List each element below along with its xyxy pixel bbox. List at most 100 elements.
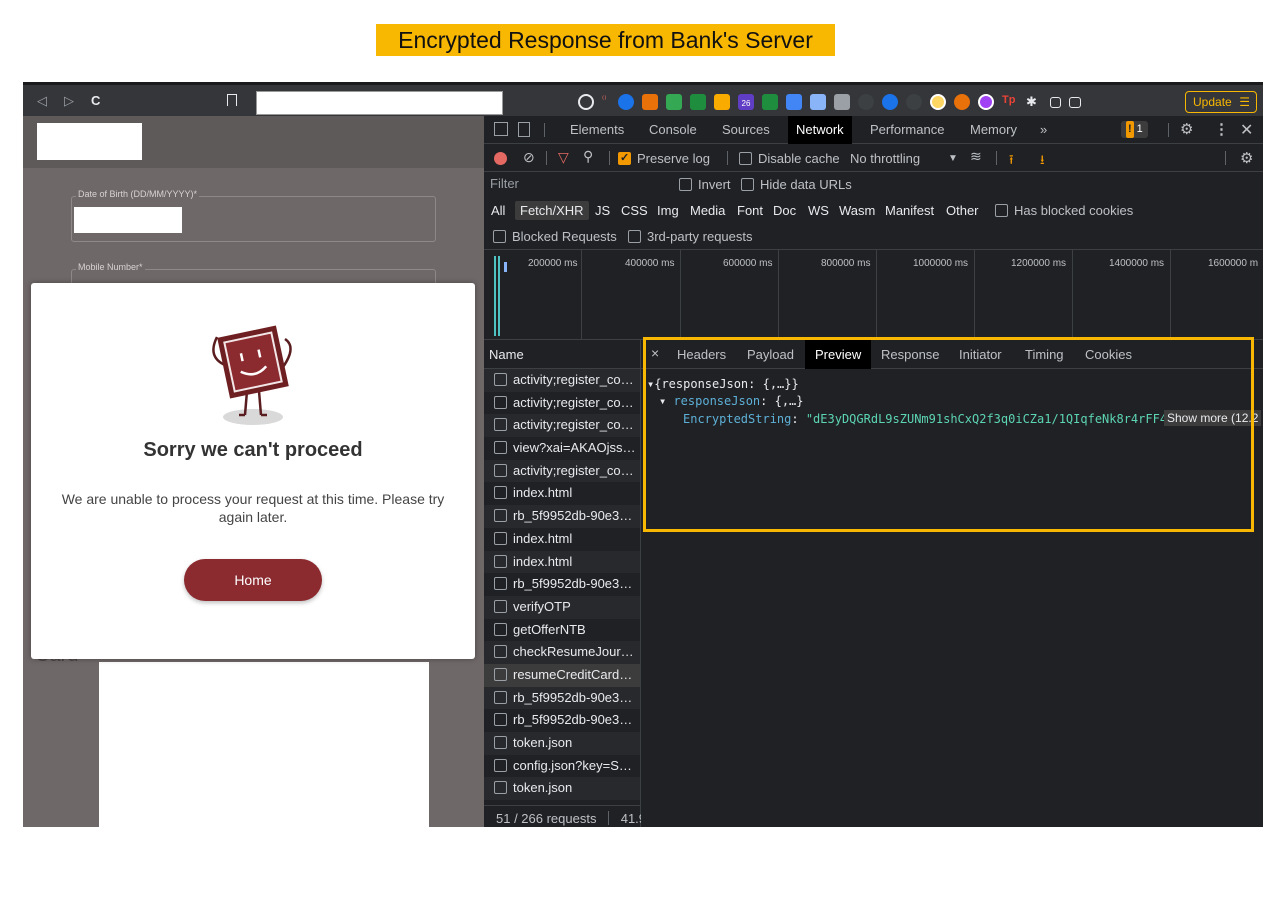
reload-icon[interactable]: C bbox=[91, 93, 100, 109]
tab-performance[interactable]: Performance bbox=[870, 122, 944, 137]
request-checkbox[interactable] bbox=[494, 599, 507, 613]
request-checkbox[interactable] bbox=[494, 486, 507, 500]
request-checkbox[interactable] bbox=[494, 463, 507, 477]
issues-badge[interactable]: ! 1 bbox=[1121, 121, 1148, 138]
blocked-requests-checkbox[interactable] bbox=[493, 230, 506, 243]
dark-extension-icon[interactable] bbox=[858, 94, 874, 110]
request-row[interactable]: index.html bbox=[484, 550, 640, 574]
settings-gear-icon[interactable]: ⚙ bbox=[1180, 120, 1193, 138]
type-wasm[interactable]: Wasm bbox=[839, 203, 875, 218]
request-row[interactable]: getOfferNTB bbox=[484, 619, 640, 642]
chevron-down-icon[interactable]: ▼ bbox=[948, 153, 958, 164]
sidepanel-icon[interactable] bbox=[1050, 96, 1061, 108]
doc-extension-icon[interactable] bbox=[786, 94, 802, 110]
dob-input[interactable] bbox=[74, 207, 182, 233]
network-timeline[interactable]: 200000 ms 400000 ms 600000 ms 800000 ms … bbox=[484, 250, 1263, 340]
blocked-cookies-checkbox[interactable] bbox=[995, 204, 1008, 217]
request-checkbox[interactable] bbox=[494, 531, 507, 545]
tab-sources[interactable]: Sources bbox=[722, 122, 770, 137]
request-checkbox[interactable] bbox=[494, 713, 507, 727]
tab-elements[interactable]: Elements bbox=[570, 122, 624, 137]
blocked-cookies-toggle[interactable]: Has blocked cookies bbox=[995, 203, 1133, 218]
request-row[interactable]: config.json?key=S… bbox=[484, 755, 640, 778]
badge-extension-icon[interactable]: 26 bbox=[738, 94, 754, 110]
request-row[interactable]: index.html bbox=[484, 528, 640, 551]
bookmark-icon[interactable] bbox=[227, 94, 237, 106]
disable-cache-checkbox[interactable] bbox=[739, 152, 752, 165]
request-checkbox[interactable] bbox=[494, 645, 507, 659]
type-manifest[interactable]: Manifest bbox=[885, 203, 934, 218]
type-fetch-xhr[interactable]: Fetch/XHR bbox=[515, 201, 589, 220]
close-devtools-icon[interactable]: ✕ bbox=[1240, 120, 1253, 140]
hide-data-urls-toggle[interactable]: Hide data URLs bbox=[741, 177, 852, 192]
request-checkbox[interactable] bbox=[494, 509, 507, 523]
record-extension-icon[interactable] bbox=[578, 94, 594, 110]
hide-data-urls-checkbox[interactable] bbox=[741, 178, 754, 191]
type-doc[interactable]: Doc bbox=[773, 203, 796, 218]
kebab-menu-icon[interactable]: ⋮ bbox=[1214, 120, 1229, 138]
request-row[interactable]: rb_5f9952db-90e3… bbox=[484, 505, 640, 528]
request-checkbox[interactable] bbox=[494, 441, 507, 455]
device-toggle-icon[interactable] bbox=[518, 122, 530, 137]
throttling-select[interactable]: No throttling bbox=[850, 151, 920, 166]
search-icon[interactable]: ⚲ bbox=[583, 148, 593, 165]
grey-extension-icon[interactable] bbox=[834, 94, 850, 110]
tab-console[interactable]: Console bbox=[649, 122, 697, 137]
tp-extension-icon[interactable]: Tp bbox=[1002, 94, 1018, 110]
type-media[interactable]: Media bbox=[690, 203, 725, 218]
request-row[interactable]: view?xai=AKAOjss… bbox=[484, 437, 640, 460]
type-font[interactable]: Font bbox=[737, 203, 763, 218]
home-button[interactable]: Home bbox=[184, 559, 322, 601]
orange-extension-icon[interactable] bbox=[954, 94, 970, 110]
drop-extension-icon[interactable] bbox=[882, 94, 898, 110]
type-ws[interactable]: WS bbox=[808, 203, 829, 218]
preserve-log-checkbox[interactable] bbox=[618, 151, 631, 165]
atom-extension-icon[interactable] bbox=[906, 94, 922, 110]
signal-extension-icon[interactable]: ⁽⁾ bbox=[602, 94, 610, 110]
address-bar[interactable] bbox=[256, 91, 503, 115]
import-har-icon[interactable]: ⭱ bbox=[1009, 151, 1014, 173]
request-checkbox[interactable] bbox=[494, 667, 507, 681]
more-tabs-icon[interactable]: » bbox=[1040, 122, 1047, 137]
window-extension-icon[interactable] bbox=[810, 94, 826, 110]
request-checkbox[interactable] bbox=[494, 622, 507, 636]
green-extension-icon[interactable] bbox=[690, 94, 706, 110]
yellow-extension-icon[interactable] bbox=[930, 94, 946, 110]
record-icon[interactable] bbox=[494, 152, 507, 165]
invert-checkbox[interactable] bbox=[679, 178, 692, 191]
tab-search-icon[interactable] bbox=[1069, 96, 1081, 108]
tab-network[interactable]: Network bbox=[788, 116, 852, 144]
request-row[interactable]: rb_5f9952db-90e3… bbox=[484, 573, 640, 596]
request-checkbox[interactable] bbox=[494, 577, 507, 591]
request-checkbox[interactable] bbox=[494, 373, 507, 386]
request-row[interactable]: checkResumeJour… bbox=[484, 641, 640, 664]
request-checkbox[interactable] bbox=[494, 395, 507, 409]
preserve-log-toggle[interactable]: Preserve log bbox=[618, 151, 710, 166]
type-all[interactable]: All bbox=[491, 203, 505, 218]
inspect-icon[interactable] bbox=[494, 122, 508, 136]
dob-field[interactable]: Date of Birth (DD/MM/YYYY)* bbox=[71, 189, 436, 242]
type-css[interactable]: CSS bbox=[621, 203, 648, 218]
network-settings-icon[interactable]: ⚙ bbox=[1240, 149, 1253, 167]
request-row[interactable]: activity;register_co… bbox=[484, 459, 640, 483]
request-row[interactable]: activity;register_co… bbox=[484, 392, 640, 415]
filter-icon[interactable]: ▽ bbox=[558, 149, 569, 166]
export-har-icon[interactable]: ⭳ bbox=[1040, 151, 1045, 173]
purple-extension-icon[interactable] bbox=[978, 94, 994, 110]
forward-icon[interactable]: ▷ bbox=[64, 93, 74, 109]
tab-memory[interactable]: Memory bbox=[970, 122, 1017, 137]
puzzle-icon[interactable]: ✱ bbox=[1026, 94, 1042, 110]
request-checkbox[interactable] bbox=[494, 554, 507, 568]
request-row[interactable]: token.json bbox=[484, 732, 640, 755]
sheet-extension-icon[interactable] bbox=[762, 94, 778, 110]
disable-cache-toggle[interactable]: Disable cache bbox=[739, 151, 840, 166]
type-other[interactable]: Other bbox=[946, 203, 979, 218]
request-row[interactable]: index.html bbox=[484, 482, 640, 505]
diamond-extension-icon[interactable] bbox=[666, 94, 682, 110]
blocked-requests-toggle[interactable]: Blocked Requests bbox=[493, 229, 617, 244]
name-column-header[interactable]: Name bbox=[484, 340, 640, 369]
type-js[interactable]: JS bbox=[595, 203, 610, 218]
invert-toggle[interactable]: Invert bbox=[679, 177, 731, 192]
third-party-toggle[interactable]: 3rd-party requests bbox=[628, 229, 753, 244]
third-party-checkbox[interactable] bbox=[628, 230, 641, 243]
